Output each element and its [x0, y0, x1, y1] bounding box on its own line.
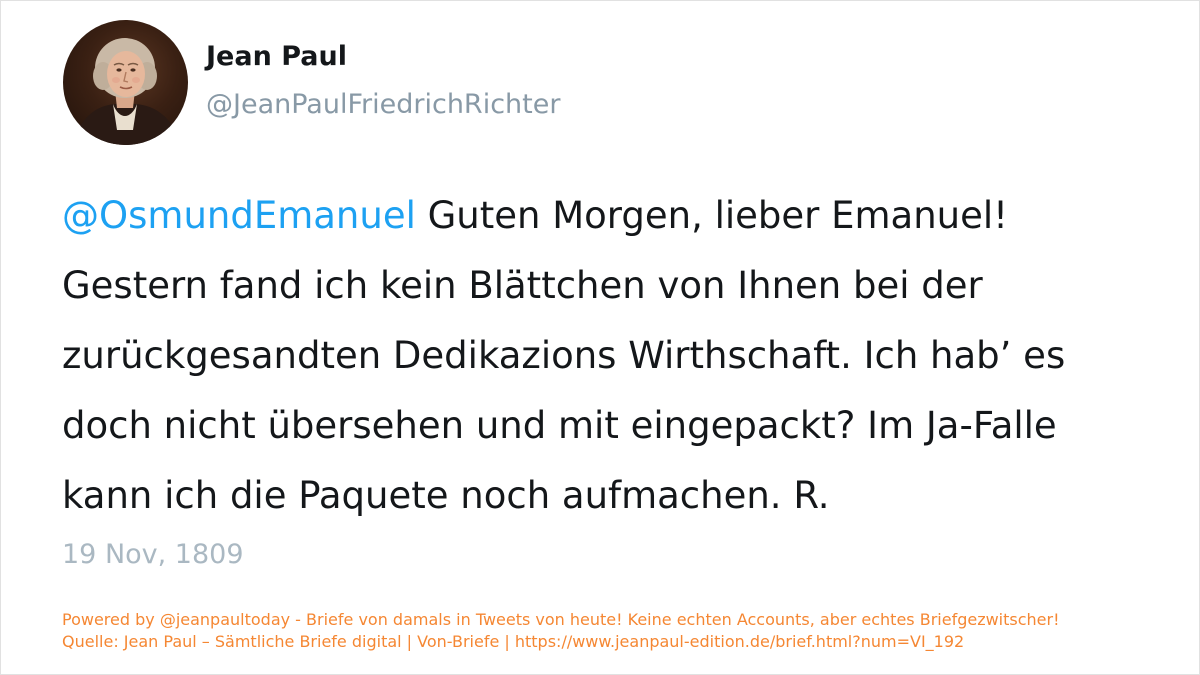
- portrait-avatar-icon: [73, 38, 181, 145]
- tweet-card: Jean Paul @JeanPaulFriedrichRichter @Osm…: [0, 0, 1200, 675]
- footer: Powered by @jeanpaultoday - Briefe von d…: [62, 609, 1060, 653]
- author-handle[interactable]: @JeanPaulFriedrichRichter: [206, 89, 560, 120]
- avatar[interactable]: [63, 20, 188, 145]
- footer-powered-by: Powered by @jeanpaultoday - Briefe von d…: [62, 610, 1060, 629]
- footer-source: Quelle: Jean Paul – Sämtliche Briefe dig…: [62, 632, 965, 651]
- tweet-body: Guten Morgen, lieber Emanuel! Gestern fa…: [62, 194, 1066, 517]
- tweet-text: @OsmundEmanuel Guten Morgen, lieber Eman…: [62, 181, 1152, 531]
- tweet-date: 19 Nov, 1809: [62, 539, 244, 570]
- mention-link[interactable]: @OsmundEmanuel: [62, 194, 416, 237]
- author-name[interactable]: Jean Paul: [206, 41, 347, 72]
